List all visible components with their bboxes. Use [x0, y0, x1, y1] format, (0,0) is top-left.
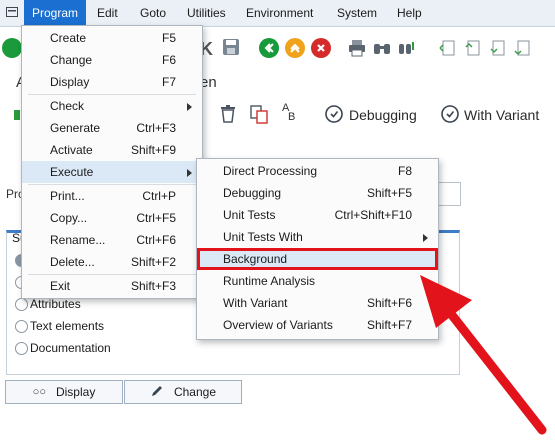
menu-goto[interactable]: Goto	[140, 0, 166, 26]
display-button-label: Display	[55, 385, 96, 399]
back-icon[interactable]	[259, 38, 279, 58]
radio-attributes-label: Attributes	[30, 297, 81, 311]
exit-icon[interactable]	[285, 38, 305, 58]
menu-system[interactable]: System	[337, 0, 377, 26]
radio-documentation[interactable]	[15, 342, 28, 355]
submenu-item-runtime-analysis[interactable]: Runtime Analysis	[197, 270, 438, 292]
menu-help[interactable]: Help	[397, 0, 422, 26]
menu-utilities[interactable]: Utilities	[187, 0, 226, 26]
enter-icon[interactable]	[2, 38, 22, 58]
pencil-icon	[150, 384, 164, 401]
change-button-label: Change	[173, 385, 217, 399]
copy-icon[interactable]	[249, 104, 269, 127]
menu-item-check[interactable]: Check	[22, 95, 202, 117]
menu-program[interactable]: Program	[24, 0, 87, 26]
submenu-arrow-icon	[187, 103, 192, 111]
radio-attributes[interactable]	[15, 298, 28, 311]
submenu-arrow-icon	[423, 234, 428, 242]
find-next-icon[interactable]	[397, 38, 417, 58]
find-icon[interactable]	[372, 38, 392, 58]
menu-item-copy[interactable]: Copy... Ctrl+F5	[22, 207, 202, 229]
radio-text-elements-label: Text elements	[30, 319, 105, 333]
submenu-item-overview-of-variants[interactable]: Overview of Variants Shift+F7	[197, 314, 438, 336]
submenu-item-debugging[interactable]: Debugging Shift+F5	[197, 182, 438, 204]
with-variant-button[interactable]: With Variant	[464, 107, 539, 123]
menu-bar: Program Edit Goto Utilities Environment …	[0, 0, 555, 27]
with-variant-icon[interactable]	[440, 104, 460, 127]
glasses-icon: ○○	[32, 386, 46, 398]
print-icon[interactable]	[347, 38, 367, 58]
submenu-arrow-icon	[187, 169, 192, 177]
submenu-item-unit-tests[interactable]: Unit Tests Ctrl+Shift+F10	[197, 204, 438, 226]
change-button[interactable]: Change	[124, 380, 242, 404]
execute-submenu: Direct Processing F8 Debugging Shift+F5 Un…	[196, 158, 439, 340]
menu-item-generate[interactable]: Generate Ctrl+F3	[22, 117, 202, 139]
radio-documentation-label: Documentation	[30, 341, 111, 355]
annotation-arrow-icon	[420, 275, 547, 435]
menu-item-activate[interactable]: Activate Shift+F9	[22, 139, 202, 161]
menu-item-exit[interactable]: Exit Shift+F3	[22, 275, 202, 297]
program-menu: Create F5 Change F6 Display F7 Check Genera…	[21, 25, 203, 299]
save-icon[interactable]	[222, 38, 242, 58]
menu-edit[interactable]: Edit	[97, 0, 118, 26]
debugging-button[interactable]: Debugging	[349, 107, 417, 123]
menu-item-delete[interactable]: Delete... Shift+F2	[22, 251, 202, 273]
toolbar-edge-icon[interactable]	[14, 110, 20, 120]
submenu-item-direct-processing[interactable]: Direct Processing F8	[197, 160, 438, 182]
debugging-icon[interactable]	[324, 104, 344, 127]
first-page-icon[interactable]	[437, 38, 457, 58]
next-page-icon[interactable]	[487, 38, 507, 58]
radio-text-elements[interactable]	[15, 320, 28, 333]
previous-page-icon[interactable]	[462, 38, 482, 58]
rename-icon[interactable]: AB	[282, 103, 295, 123]
menu-item-change[interactable]: Change F6	[22, 49, 202, 71]
cmd-field-icon[interactable]: K	[200, 40, 220, 60]
menu-environment[interactable]: Environment	[246, 0, 313, 26]
submenu-item-unit-tests-with[interactable]: Unit Tests With	[197, 226, 438, 248]
last-page-icon[interactable]	[512, 38, 532, 58]
delete-icon[interactable]	[219, 104, 237, 127]
system-menu-icon[interactable]	[6, 6, 18, 18]
submenu-item-background[interactable]: Background	[197, 248, 438, 270]
submenu-item-with-variant[interactable]: With Variant Shift+F6	[197, 292, 438, 314]
menu-item-execute[interactable]: Execute	[22, 161, 202, 183]
menu-item-print[interactable]: Print... Ctrl+P	[22, 185, 202, 207]
display-button[interactable]: ○○ Display	[5, 380, 123, 404]
menu-item-display[interactable]: Display F7	[22, 71, 202, 93]
cancel-icon[interactable]	[311, 38, 331, 58]
menu-item-create[interactable]: Create F5	[22, 27, 202, 49]
menu-item-rename[interactable]: Rename... Ctrl+F6	[22, 229, 202, 251]
